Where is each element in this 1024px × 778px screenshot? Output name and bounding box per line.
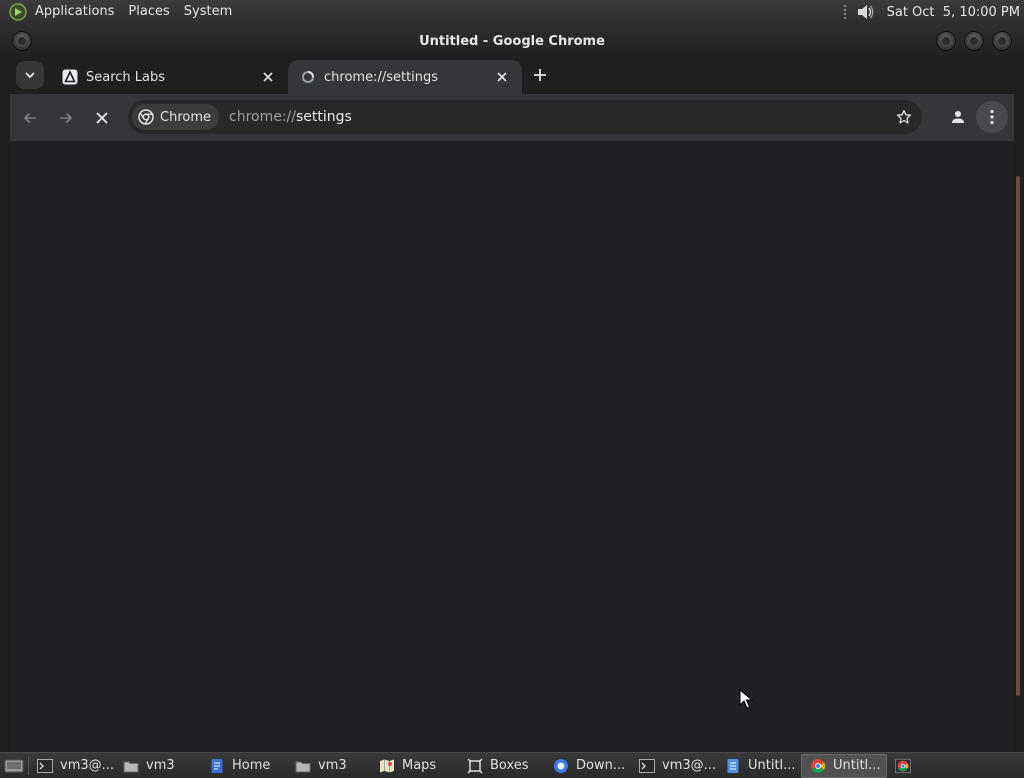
folder-icon — [123, 758, 139, 774]
arrow-left-icon — [23, 112, 36, 123]
places-menu[interactable]: Places — [121, 0, 176, 24]
scrollbar-thumb[interactable] — [1016, 176, 1020, 696]
close-window-button[interactable] — [992, 31, 1012, 51]
task-chrome[interactable]: Untitl... — [801, 753, 887, 778]
task-label: Maps — [402, 758, 437, 773]
desktop-icon — [4, 759, 24, 772]
task-label: Boxes — [490, 758, 529, 773]
document-icon — [209, 758, 225, 774]
close-tab-icon[interactable] — [258, 67, 278, 87]
chrome-menu-button[interactable] — [976, 101, 1008, 133]
page-content[interactable] — [10, 141, 1014, 752]
new-tab-button[interactable] — [526, 61, 554, 89]
panel-tray: Sat Oct 5, 10:00 PM — [842, 0, 1024, 24]
browser-icon — [553, 758, 569, 774]
terminal-icon — [639, 758, 655, 774]
minimize-button[interactable] — [936, 31, 956, 51]
text-editor-icon — [725, 758, 741, 774]
person-icon — [952, 111, 964, 123]
tab-title: chrome://settings — [324, 69, 439, 85]
profile-button[interactable] — [942, 101, 974, 133]
system-menu[interactable]: System — [177, 0, 239, 24]
site-info-chip[interactable]: Chrome — [132, 104, 219, 130]
clock[interactable]: Sat Oct 5, 10:00 PM — [887, 5, 1024, 20]
show-desktop-button[interactable] — [0, 754, 28, 778]
task-label: Untitl... — [748, 758, 796, 773]
forward-button[interactable] — [50, 102, 82, 134]
browser-toolbar: Chrome chrome://settings — [10, 94, 1014, 141]
task-text-editor[interactable]: Untitl... — [717, 754, 801, 778]
address-bar[interactable]: Chrome chrome://settings — [128, 100, 922, 134]
volume-icon[interactable] — [855, 2, 875, 22]
folder-icon — [295, 758, 311, 774]
maximize-button[interactable] — [964, 31, 984, 51]
window-titlebar[interactable]: Untitled - Google Chrome — [0, 26, 1024, 56]
task-home[interactable]: Home — [201, 754, 287, 778]
task-label: vm3@... — [662, 758, 717, 773]
taskbar: vm3@... vm3 Home vm3 Maps Boxes Down... … — [0, 752, 1024, 778]
tab-title: Search Labs — [86, 69, 166, 85]
task-terminal-2[interactable]: vm3@... — [631, 754, 717, 778]
chrome-window: Untitled - Google Chrome Search Labs chr… — [0, 26, 1024, 752]
task-label: vm3 — [318, 758, 347, 773]
task-maps[interactable]: Maps — [371, 754, 459, 778]
task-folder-2[interactable]: vm3 — [287, 754, 371, 778]
close-tab-icon[interactable] — [492, 67, 512, 87]
task-label: vm3 — [146, 758, 175, 773]
chevron-down-icon — [25, 72, 35, 79]
back-button[interactable] — [14, 102, 46, 134]
task-label: Home — [232, 758, 271, 773]
task-downloads[interactable]: Down... — [545, 754, 631, 778]
scrollbar[interactable] — [1014, 56, 1024, 752]
task-boxes[interactable]: Boxes — [459, 754, 545, 778]
tab-search-button[interactable] — [16, 61, 44, 89]
bookmark-star-icon[interactable] — [892, 105, 916, 129]
search-labs-icon — [62, 69, 78, 85]
task-terminal-1[interactable]: vm3@... — [29, 754, 115, 778]
mouse-cursor-icon — [739, 689, 753, 709]
task-chrome-pinned[interactable] — [887, 754, 919, 778]
chrome-icon — [138, 109, 154, 125]
task-label: vm3@... — [60, 758, 115, 773]
maps-icon — [379, 758, 395, 774]
loading-icon — [300, 69, 316, 85]
url-scheme: chrome:// — [229, 109, 296, 125]
window-title: Untitled - Google Chrome — [419, 33, 605, 49]
applications-menu[interactable]: Applications — [28, 0, 121, 24]
tab-strip: Search Labs chrome://settings — [10, 56, 1014, 94]
url-path: settings — [296, 109, 352, 125]
distro-logo-icon[interactable] — [8, 2, 28, 22]
top-panel: Applications Places System Sat Oct 5, 10… — [0, 0, 1024, 24]
more-vert-icon — [990, 109, 994, 125]
stop-loading-button[interactable] — [86, 102, 118, 134]
tab-search-labs[interactable]: Search Labs — [50, 60, 288, 94]
chrome-icon — [810, 758, 826, 774]
plus-icon — [534, 69, 546, 81]
close-icon — [96, 111, 108, 124]
terminal-icon — [37, 758, 53, 774]
chip-label: Chrome — [160, 109, 211, 125]
panel-separator — [842, 4, 847, 20]
chrome-icon — [895, 758, 911, 774]
arrow-right-icon — [60, 112, 73, 123]
task-folder-1[interactable]: vm3 — [115, 754, 201, 778]
window-menu-button[interactable] — [12, 31, 32, 51]
tab-settings[interactable]: chrome://settings — [288, 60, 522, 94]
task-label: Down... — [576, 758, 626, 773]
url-text[interactable]: chrome://settings — [229, 109, 352, 125]
task-label: Untitl... — [833, 758, 881, 773]
panel-menus: Applications Places System — [0, 0, 239, 24]
boxes-icon — [467, 757, 483, 774]
